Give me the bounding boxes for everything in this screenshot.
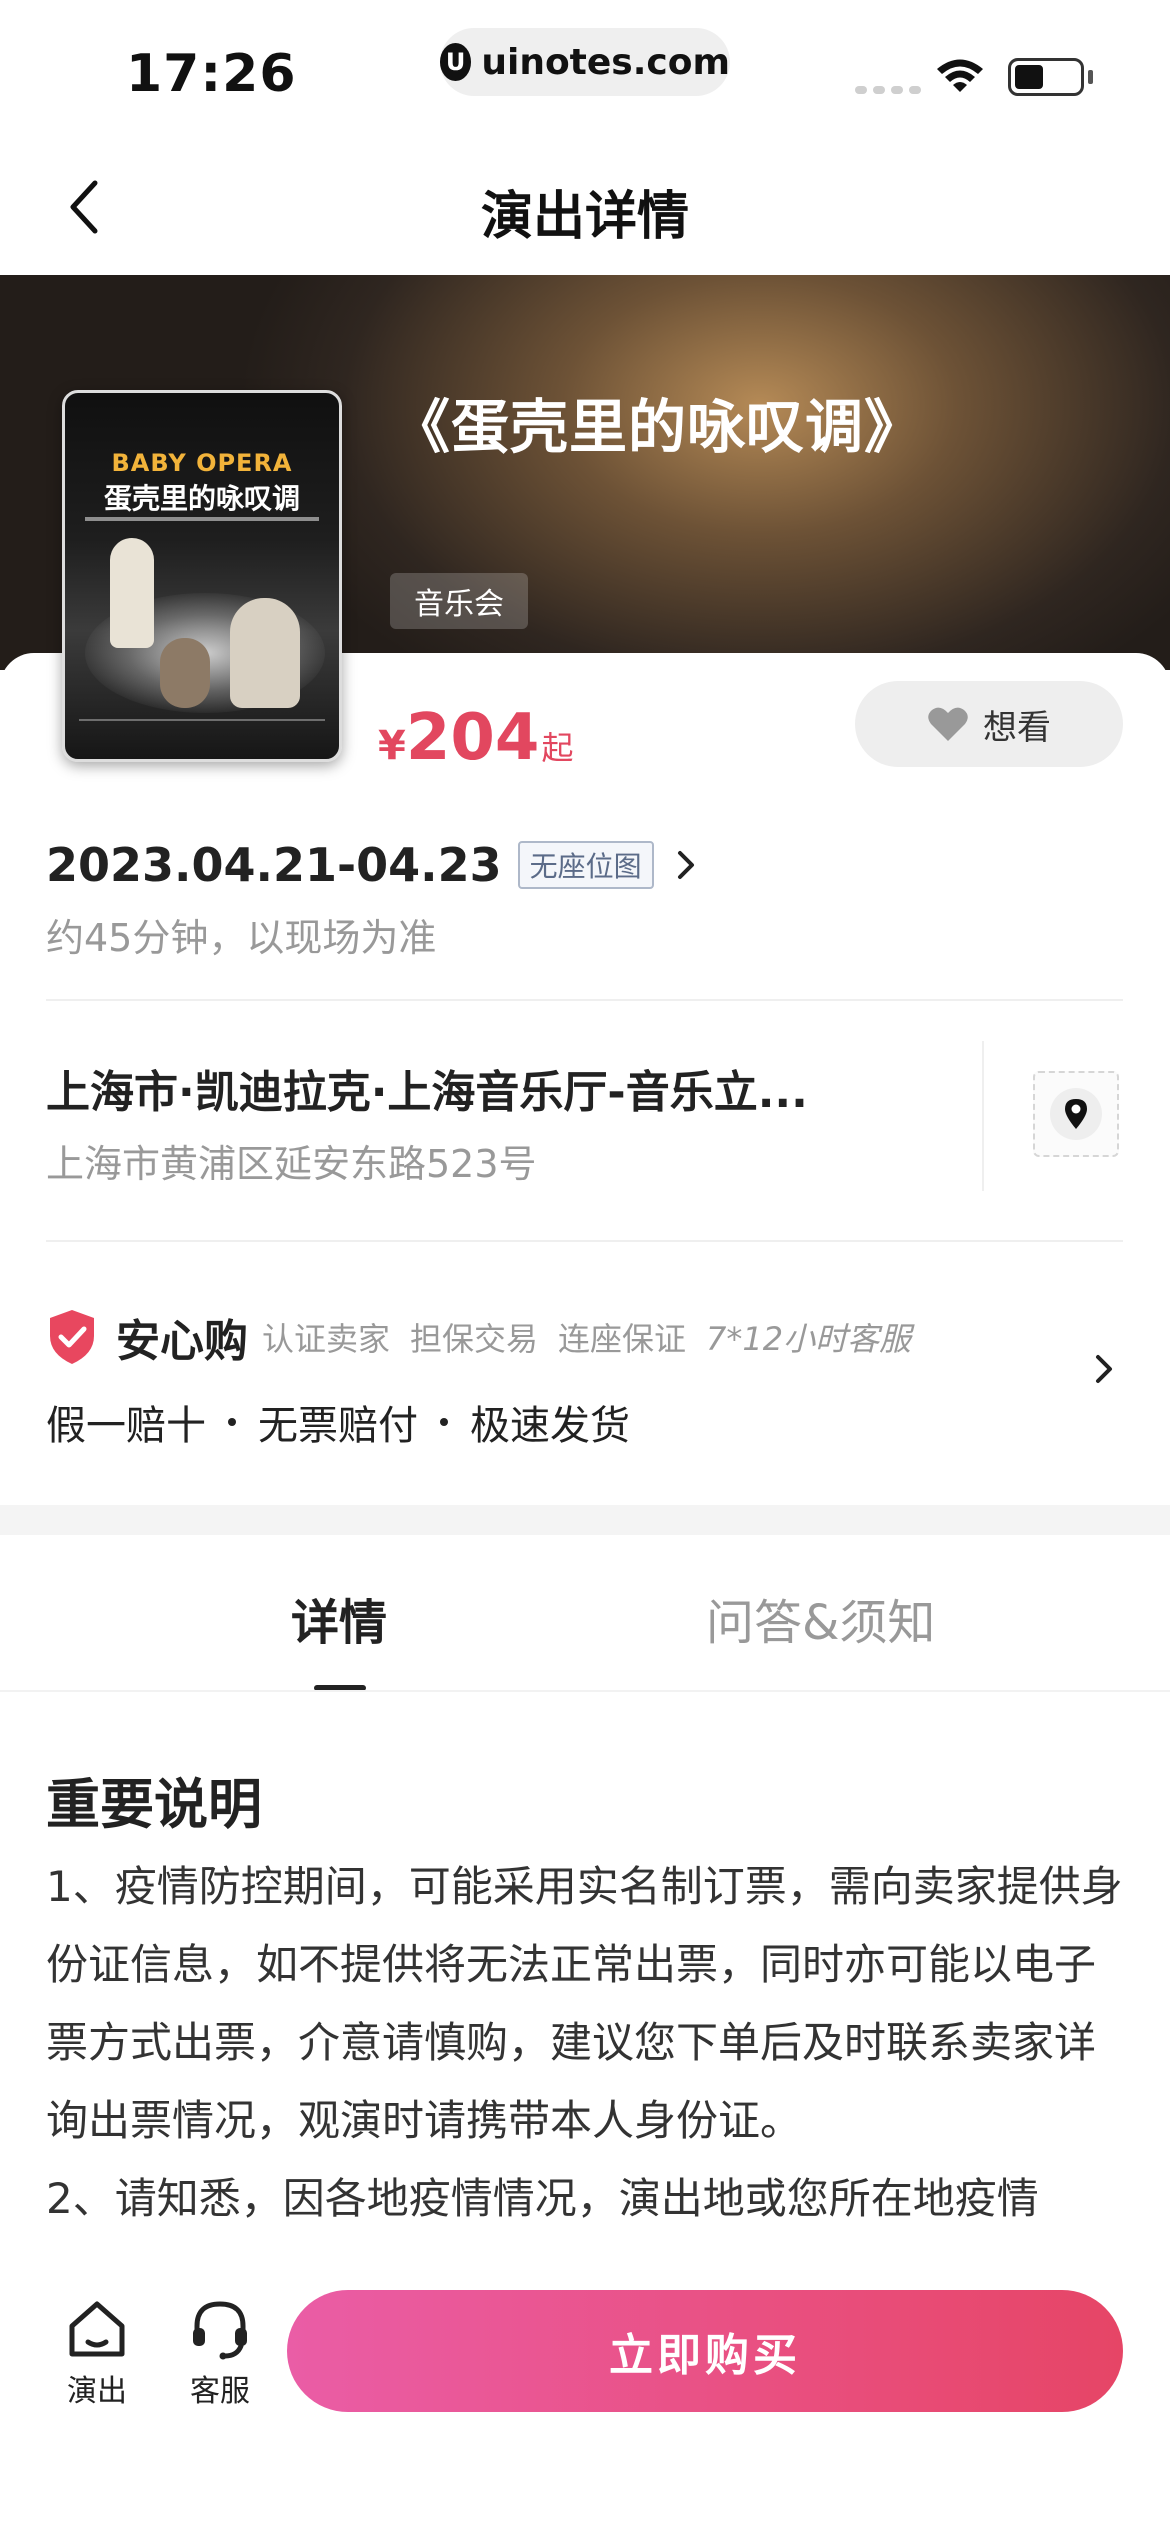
- section-body: 1、疫情防控期间，可能采用实名制订票，需向卖家提供身份证信息，如不提供将无法正常…: [46, 1848, 1126, 2268]
- assurance-feature: 极速发货: [470, 1403, 630, 1449]
- category-tag[interactable]: 音乐会: [390, 573, 528, 629]
- show-date: 2023.04.21-04.23: [46, 838, 502, 892]
- show-poster[interactable]: BABY OPERA 蛋壳里的咏叹调: [62, 390, 342, 762]
- nav-bar: 演出详情: [0, 140, 1170, 275]
- headset-icon: [193, 2301, 247, 2360]
- assurance-item: 担保交易: [410, 1320, 539, 1358]
- status-time: 17:26: [126, 44, 297, 104]
- separator-dot: [440, 1418, 448, 1426]
- venue-name[interactable]: 上海市·凯迪拉克·上海音乐厅-音乐立...: [46, 1056, 926, 1120]
- divider: [46, 1240, 1123, 1242]
- assurance-features: 假一赔十 无票赔付 极速发货: [46, 1393, 630, 1451]
- info-card: ¥ 204 起 想看 2023.04.21-04.23 无座位图 约45分钟，以…: [0, 653, 1170, 1500]
- page-title: 演出详情: [480, 187, 689, 247]
- price-symbol: ¥: [378, 723, 406, 769]
- chevron-right-icon: [677, 851, 694, 879]
- price: ¥ 204 起: [378, 701, 573, 775]
- separator-dot: [228, 1418, 236, 1426]
- poster-subtitle-line: [85, 517, 319, 521]
- shield-check-icon: [50, 1310, 94, 1364]
- assurance-row[interactable]: 安心购 认证卖家 担保交易 连座保证 7*12小时客服: [46, 1305, 931, 1369]
- poster-figure-woman: [230, 598, 300, 708]
- service-button[interactable]: 客服: [175, 2298, 265, 2410]
- show-title: 《蛋壳里的咏叹调》: [392, 393, 924, 461]
- assurance-title: 安心购: [116, 1316, 248, 1367]
- detail-tabs: 详情 问答&须知: [0, 1535, 1170, 1691]
- tab-detail[interactable]: 详情: [291, 1583, 387, 1653]
- cellular-signal-icon: [855, 86, 921, 94]
- paragraph: 1、疫情防控期间，可能采用实名制订票，需向卖家提供身份证信息，如不提供将无法正常…: [46, 1862, 1123, 2145]
- assurance-feature: 无票赔付: [258, 1403, 418, 1449]
- url-text: uinotes.com: [481, 41, 730, 83]
- bottom-bar: 演出 客服 立即购买: [0, 2268, 1170, 2532]
- want-to-see-button[interactable]: 想看: [855, 681, 1123, 767]
- status-bar: 17:26 U uinotes.com: [0, 0, 1170, 140]
- venue-divider: [982, 1041, 984, 1191]
- map-button[interactable]: [1033, 1071, 1119, 1157]
- home-tab-button[interactable]: 演出: [52, 2298, 142, 2410]
- poster-figure-child: [160, 638, 210, 708]
- tabs-divider: [0, 1690, 1170, 1692]
- section-title: 重要说明: [46, 1773, 262, 1836]
- assurance-item: 连座保证: [558, 1320, 687, 1358]
- poster-figure-cellist: [110, 538, 154, 648]
- date-row[interactable]: 2023.04.21-04.23 无座位图: [46, 838, 698, 892]
- divider: [46, 999, 1123, 1001]
- location-pin-icon: [1050, 1088, 1102, 1140]
- wifi-icon: [937, 59, 983, 92]
- section-gap: [0, 1505, 1170, 1535]
- site-logo-icon: U: [440, 43, 472, 81]
- price-amount: 204: [405, 701, 540, 775]
- buy-now-button[interactable]: 立即购买: [287, 2290, 1123, 2412]
- seat-map-badge: 无座位图: [517, 841, 654, 889]
- chevron-right-icon[interactable]: [1092, 1351, 1116, 1387]
- paragraph: 2、请知悉，因各地疫情情况，演出地或您所在地疫情: [46, 2174, 1039, 2223]
- show-duration: 约45分钟，以现场为准: [46, 916, 437, 960]
- assurance-item: 7*12小时客服: [706, 1320, 912, 1358]
- assurance-item: 认证卖家: [262, 1320, 391, 1358]
- price-suffix: 起: [541, 729, 574, 767]
- service-label: 客服: [190, 2374, 250, 2409]
- tab-qa-notice[interactable]: 问答&须知: [706, 1583, 935, 1653]
- poster-title-en: BABY OPERA: [111, 449, 293, 477]
- venue-address: 上海市黄浦区延安东路523号: [46, 1142, 537, 1186]
- poster-title-cn: 蛋壳里的咏叹调: [103, 482, 300, 515]
- battery-cap: [1088, 70, 1093, 84]
- poster-footer: [79, 719, 325, 737]
- url-pill[interactable]: U uinotes.com: [440, 28, 730, 96]
- home-label: 演出: [67, 2374, 127, 2409]
- battery-icon: [1008, 58, 1084, 96]
- home-icon: [69, 2301, 125, 2357]
- want-to-see-label: 想看: [983, 707, 1051, 748]
- assurance-feature: 假一赔十: [46, 1403, 206, 1449]
- heart-icon: [928, 707, 968, 741]
